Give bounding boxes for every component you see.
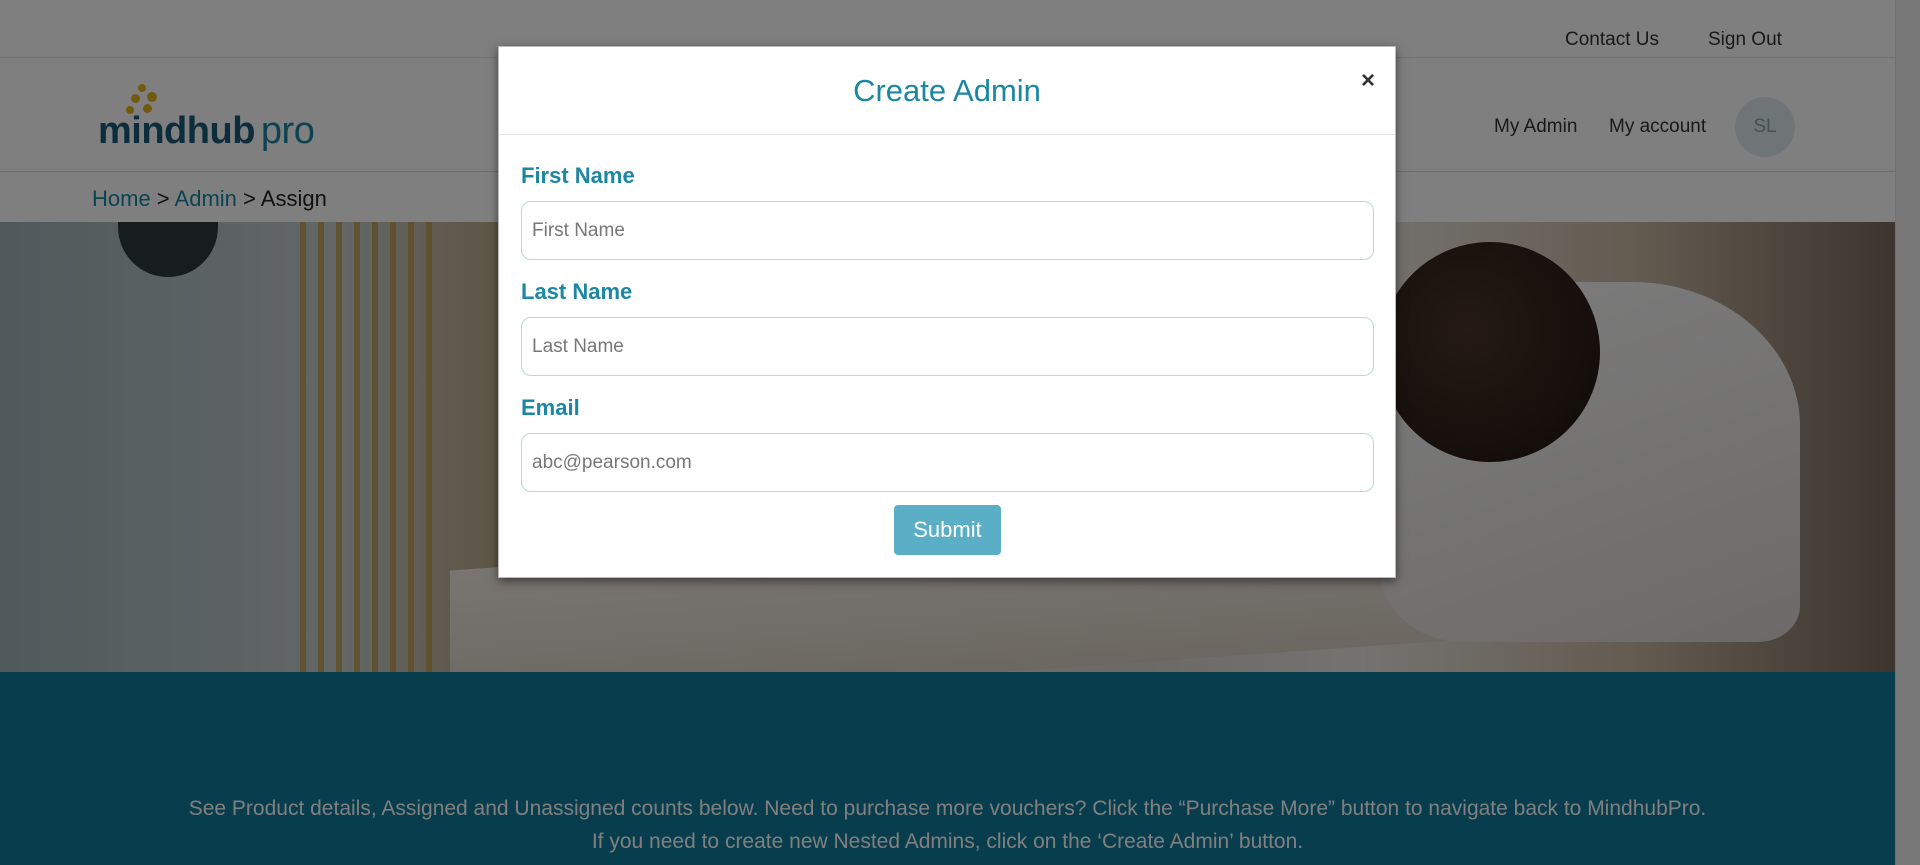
first-name-label: First Name (521, 163, 635, 188)
email-field[interactable] (521, 433, 1374, 492)
close-icon[interactable]: × (1356, 69, 1380, 93)
last-name-label: Last Name (521, 279, 633, 304)
submit-button[interactable]: Submit (894, 505, 1001, 555)
email-label: Email (521, 395, 580, 420)
create-admin-modal: Create Admin × First Name Last Name Emai… (498, 46, 1396, 578)
modal-title: Create Admin (853, 73, 1041, 108)
first-name-field[interactable] (521, 201, 1374, 260)
modal-header: Create Admin × (499, 47, 1395, 135)
last-name-field[interactable] (521, 317, 1374, 376)
